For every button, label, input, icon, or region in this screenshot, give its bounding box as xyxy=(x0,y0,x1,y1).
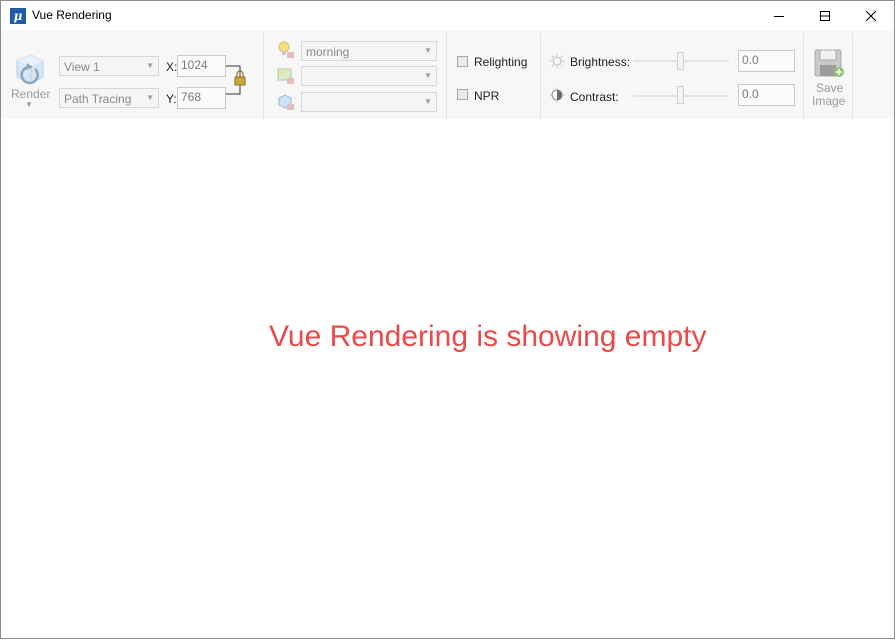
environment-icon xyxy=(277,68,294,84)
window-title: Vue Rendering xyxy=(32,8,112,22)
x-label: X: xyxy=(166,60,178,74)
minimize-icon xyxy=(774,16,784,17)
npr-label[interactable]: NPR xyxy=(474,89,499,103)
render-cube-icon xyxy=(16,54,44,85)
material-icon xyxy=(278,94,294,110)
separator xyxy=(803,33,804,119)
y-resolution-input[interactable]: 768 xyxy=(177,87,226,109)
relighting-checkbox[interactable] xyxy=(457,56,468,67)
chevron-down-icon: ▼ xyxy=(424,97,432,106)
chevron-down-icon: ▼ xyxy=(146,61,154,70)
material-select[interactable]: ▼ xyxy=(301,92,437,112)
separator xyxy=(852,33,853,119)
close-icon xyxy=(865,10,877,22)
separator xyxy=(446,33,447,119)
x-resolution-input[interactable]: 1024 xyxy=(177,55,226,77)
render-mode-select[interactable]: Path Tracing ▼ xyxy=(59,88,159,108)
brightness-label: Brightness: xyxy=(570,55,631,69)
close-button[interactable] xyxy=(848,1,894,31)
npr-checkbox[interactable] xyxy=(457,89,468,100)
environment-select[interactable]: ▼ xyxy=(301,66,437,86)
save-label-line2[interactable]: Image xyxy=(812,94,845,108)
render-button[interactable] xyxy=(11,53,47,89)
separator xyxy=(540,33,541,119)
aspect-lock-icon[interactable] xyxy=(226,63,250,97)
y-label: Y: xyxy=(166,92,177,106)
view-select[interactable]: View 1 ▼ xyxy=(59,56,159,76)
app-logo-icon: μ xyxy=(10,8,26,24)
chevron-down-icon: ▼ xyxy=(424,46,432,55)
separator xyxy=(263,33,264,119)
minimize-button-area[interactable] xyxy=(756,1,802,31)
maximize-icon xyxy=(820,11,830,21)
lighting-select[interactable]: morning ▼ xyxy=(301,41,437,61)
maximize-button[interactable] xyxy=(802,1,848,31)
save-label-line1[interactable]: Save xyxy=(816,81,843,95)
brightness-slider-thumb[interactable] xyxy=(677,52,684,70)
contrast-slider-thumb[interactable] xyxy=(677,86,684,104)
brightness-input[interactable]: 0.0 xyxy=(738,50,795,72)
render-dropdown-arrow-icon[interactable]: ▼ xyxy=(25,100,33,109)
save-image-button[interactable] xyxy=(813,48,845,80)
vue-rendering-window: μ Vue Rendering Render ▼ View 1 ▼ Path T… xyxy=(0,0,895,639)
contrast-icon xyxy=(549,87,565,103)
contrast-label: Contrast: xyxy=(570,90,619,104)
relighting-label[interactable]: Relighting xyxy=(474,55,527,69)
lightbulb-icon xyxy=(278,41,294,58)
contrast-input[interactable]: 0.0 xyxy=(738,84,795,106)
render-canvas[interactable] xyxy=(1,119,894,638)
annotation-text: Vue Rendering is showing empty xyxy=(269,320,707,353)
brightness-icon xyxy=(549,53,565,69)
chevron-down-icon: ▼ xyxy=(146,93,154,102)
render-label[interactable]: Render xyxy=(11,87,50,101)
chevron-down-icon: ▼ xyxy=(424,71,432,80)
